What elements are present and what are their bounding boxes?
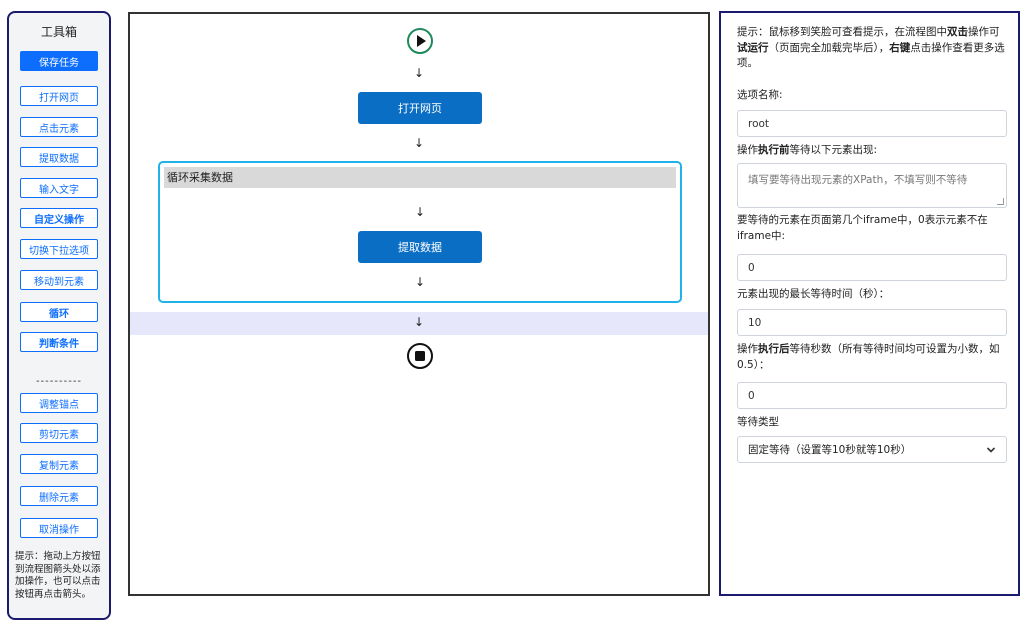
resize-handle-icon[interactable] bbox=[997, 198, 1004, 205]
condition-button[interactable]: 判断条件 bbox=[20, 332, 98, 352]
properties-panel: 提示：鼠标移到笑脸可查看提示，在流程图中双击操作可试运行（页面完全加载完毕后），… bbox=[719, 11, 1020, 596]
cut-element-button[interactable]: 剪切元素 bbox=[20, 423, 98, 443]
loop-block[interactable]: 循环采集数据 ↓ 提取数据 ↓ bbox=[158, 161, 682, 303]
wait-type-label: 等待类型 bbox=[737, 416, 779, 428]
flow-arrow[interactable]: ↓ bbox=[128, 66, 710, 80]
iframe-label: 要等待的元素在页面第几个iframe中，0表示元素不在iframe中: bbox=[737, 214, 988, 242]
toolbox-hint: 提示：拖动上方按钮到流程图箭头处以添加操作，也可以点击按钮再点击箭头。 bbox=[15, 551, 101, 601]
panel-hint: 提示：鼠标移到笑脸可查看提示，在流程图中双击操作可试运行（页面完全加载完毕后），… bbox=[737, 26, 1005, 69]
start-icon[interactable] bbox=[407, 28, 433, 54]
wait-before-label: 操作执行前等待以下元素出现: bbox=[737, 144, 878, 156]
wait-after-label: 操作执行后等待秒数（所有等待时间均可设置为小数，如0.5）： bbox=[737, 343, 1000, 371]
open-page-button[interactable]: 打开网页 bbox=[20, 86, 98, 106]
iframe-input[interactable]: 0 bbox=[737, 254, 1007, 281]
flow-arrow[interactable]: ↓ bbox=[158, 275, 682, 289]
option-name-input[interactable]: root bbox=[737, 110, 1007, 137]
wait-after-input[interactable]: 0 bbox=[737, 382, 1007, 409]
custom-action-button[interactable]: 自定义操作 bbox=[20, 208, 98, 228]
input-text-button[interactable]: 输入文字 bbox=[20, 178, 98, 198]
flow-arrow[interactable]: ↓ bbox=[128, 136, 710, 150]
xpath-textarea[interactable]: 填写要等待出现元素的XPath，不填写则不等待 bbox=[737, 163, 1007, 208]
flow-arrow[interactable]: ↓ bbox=[158, 205, 682, 219]
click-element-button[interactable]: 点击元素 bbox=[20, 117, 98, 137]
toolbox-panel: 工具箱 保存任务 打开网页 点击元素 提取数据 输入文字 自定义操作 切换下拉选… bbox=[7, 11, 111, 620]
move-to-element-button[interactable]: 移动到元素 bbox=[20, 270, 98, 290]
cancel-action-button[interactable]: 取消操作 bbox=[20, 518, 98, 538]
loop-title[interactable]: 循环采集数据 bbox=[164, 167, 676, 188]
switch-dropdown-button[interactable]: 切换下拉选项 bbox=[20, 239, 98, 259]
flow-arrow[interactable]: ↓ bbox=[130, 315, 708, 329]
loop-button[interactable]: 循环 bbox=[20, 302, 98, 322]
toolbox-title: 工具箱 bbox=[40, 25, 77, 39]
extract-data-node[interactable]: 提取数据 bbox=[358, 231, 482, 263]
option-name-label: 选项名称: bbox=[737, 89, 783, 101]
max-wait-label: 元素出现的最长等待时间（秒）： bbox=[737, 288, 890, 300]
end-icon[interactable] bbox=[407, 343, 433, 369]
extract-data-button[interactable]: 提取数据 bbox=[20, 147, 98, 167]
flow-canvas[interactable]: ↓ 打开网页 ↓ 循环采集数据 ↓ 提取数据 ↓ ↓ bbox=[128, 12, 710, 596]
chevron-down-icon bbox=[986, 446, 996, 453]
copy-element-button[interactable]: 复制元素 bbox=[20, 454, 98, 474]
wait-type-select[interactable]: 固定等待（设置等10秒就等10秒） bbox=[737, 436, 1007, 463]
save-task-button[interactable]: 保存任务 bbox=[20, 51, 98, 71]
max-wait-input[interactable]: 10 bbox=[737, 309, 1007, 336]
open-page-node[interactable]: 打开网页 bbox=[358, 92, 482, 124]
toolbox-separator: ---------- bbox=[35, 376, 83, 387]
delete-element-button[interactable]: 删除元素 bbox=[20, 486, 98, 506]
adjust-anchor-button[interactable]: 调整锚点 bbox=[20, 393, 98, 413]
flow-arrow-highlight[interactable]: ↓ bbox=[130, 312, 708, 335]
